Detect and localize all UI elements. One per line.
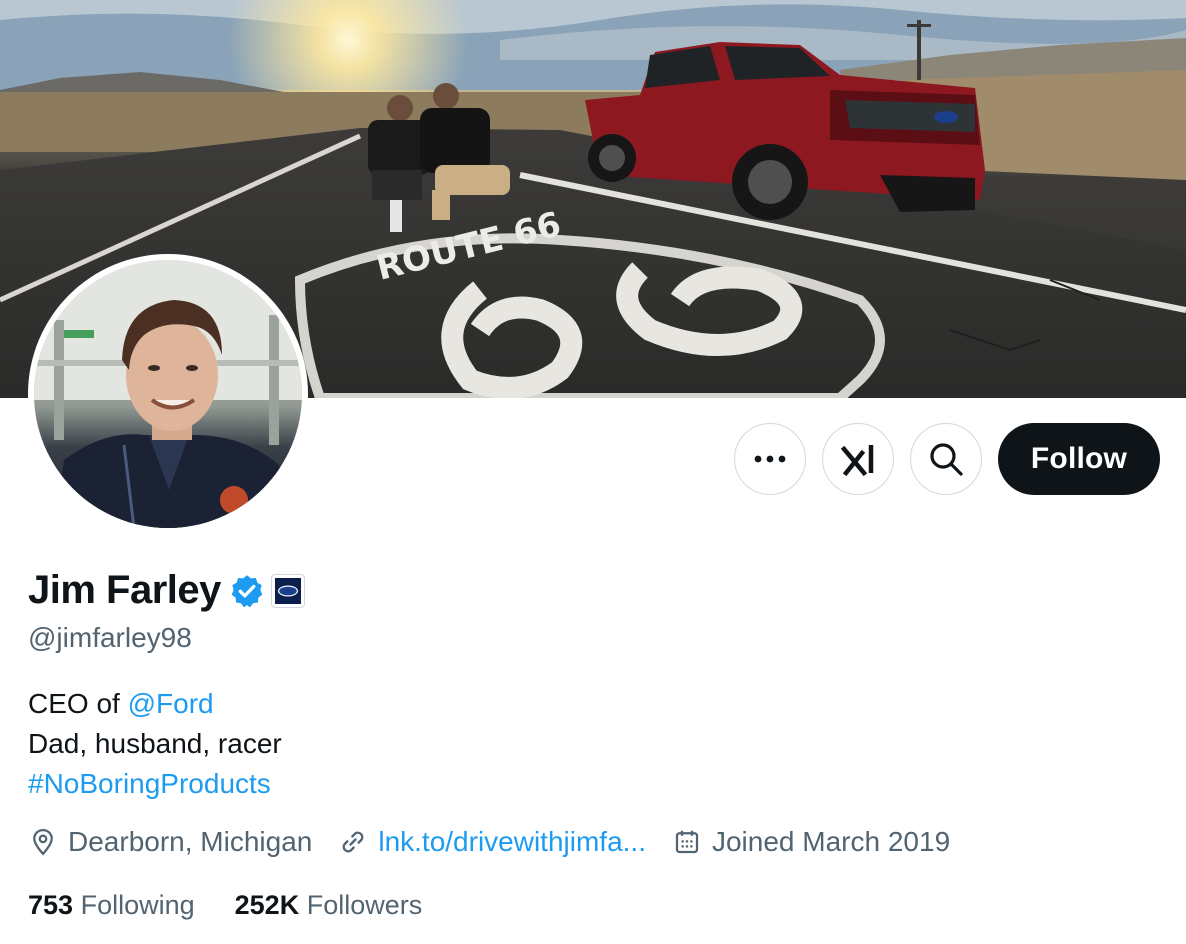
search-button[interactable]: [910, 423, 982, 495]
website-link[interactable]: lnk.to/drivewithjimfa...: [378, 826, 646, 858]
website-item[interactable]: lnk.to/drivewithjimfa...: [338, 826, 646, 858]
verified-badge-icon[interactable]: [229, 573, 265, 609]
avatar-photo: [34, 260, 302, 528]
profile-meta: Dearborn, Michigan lnk.to/drivewithjimfa…: [28, 826, 976, 858]
location-pin-icon: [33, 828, 53, 856]
profile-name-row: Jim Farley: [28, 568, 305, 613]
calendar-icon: [675, 830, 699, 854]
ford-mention-link[interactable]: @Ford: [128, 688, 214, 719]
followers-stat[interactable]: 252K Followers: [235, 890, 423, 921]
follow-button[interactable]: Follow: [998, 423, 1160, 495]
profile-avatar[interactable]: [28, 254, 308, 534]
display-name: Jim Farley: [28, 568, 221, 612]
more-button[interactable]: [734, 423, 806, 495]
bio-line-1: CEO of @Ford: [28, 684, 282, 724]
ford-logo-icon: [274, 577, 301, 604]
profile-stats: 753 Following 252K Followers: [28, 890, 462, 921]
more-horizontal-icon: [754, 455, 786, 463]
following-stat[interactable]: 753 Following: [28, 890, 195, 921]
followers-count: 252K: [234, 890, 300, 920]
bio-line-2: Dad, husband, racer: [28, 728, 282, 759]
profile-bio: CEO of @Ford Dad, husband, racer #NoBori…: [28, 684, 282, 804]
location-item: Dearborn, Michigan: [28, 826, 312, 858]
location-text: Dearborn, Michigan: [68, 826, 313, 857]
joined-text: Joined March 2019: [711, 826, 951, 857]
bio-text: CEO of: [28, 688, 128, 719]
grok-icon: [840, 445, 874, 477]
followers-label: Followers: [306, 890, 423, 920]
joined-item: Joined March 2019: [672, 826, 950, 858]
following-label: Following: [80, 890, 195, 920]
search-icon: [930, 443, 963, 476]
link-icon: [342, 831, 364, 853]
hashtag-link[interactable]: #NoBoringProducts: [28, 764, 282, 804]
following-count: 753: [28, 890, 74, 920]
profile-handle: @jimfarley98: [28, 622, 192, 653]
grok-button[interactable]: [822, 423, 894, 495]
affiliate-badge[interactable]: [270, 573, 305, 608]
